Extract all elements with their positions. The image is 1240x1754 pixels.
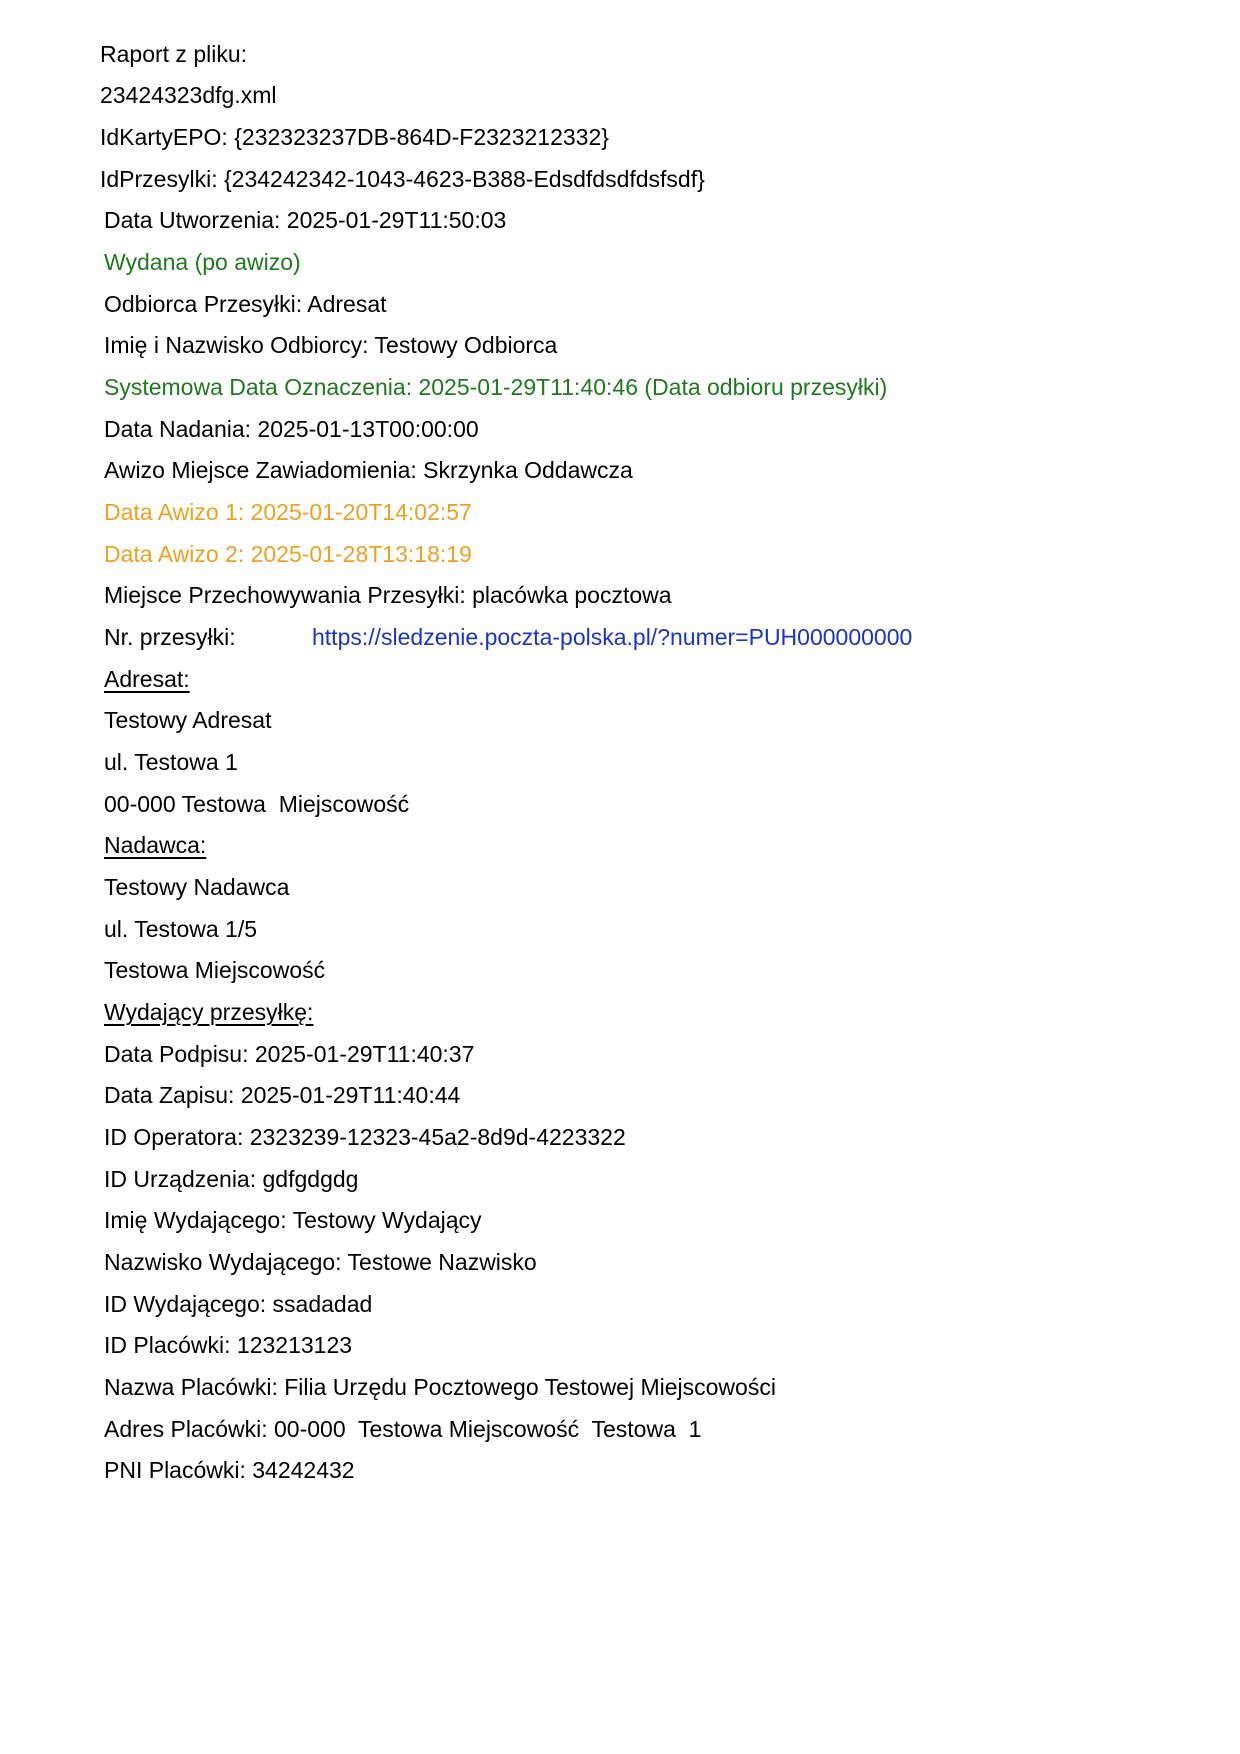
report-filename: 23424323dfg.xml — [100, 82, 277, 108]
adresat-heading: Adresat: — [104, 666, 190, 692]
id-operatora: ID Operatora: 2323239-12323-45a2-8d9d-42… — [104, 1124, 626, 1150]
data-awizo-2: Data Awizo 2: 2025-01-28T13:18:19 — [104, 541, 472, 567]
adres-placowki: Adres Placówki: 00-000 Testowa Miejscowo… — [104, 1416, 702, 1442]
nazwisko-wydajacego: Nazwisko Wydającego: Testowe Nazwisko — [104, 1249, 537, 1275]
data-podpisu: Data Podpisu: 2025-01-29T11:40:37 — [104, 1041, 475, 1067]
nazwa-placowki: Nazwa Placówki: Filia Urzędu Pocztowego … — [104, 1374, 776, 1400]
nadawca-heading: Nadawca: — [104, 832, 207, 858]
adresat-city: 00-000 Testowa Miejscowość — [104, 791, 410, 817]
id-karty-epo: IdKartyEPO: {232323237DB-864D-F232321233… — [100, 124, 609, 150]
id-przesylki: IdPrzesylki: {234242342-1043-4623-B388-E… — [100, 166, 705, 192]
imie-wydajacego: Imię Wydającego: Testowy Wydający — [104, 1207, 482, 1233]
report-title: Raport z pliku: — [100, 41, 248, 67]
nadawca-street: ul. Testowa 1/5 — [104, 916, 258, 942]
data-zapisu: Data Zapisu: 2025-01-29T11:40:44 — [104, 1082, 461, 1108]
report-page: Raport z pliku: 23424323dfg.xml IdKartyE… — [0, 0, 1240, 1754]
nr-przesylki-label: Nr. przesyłki: — [104, 624, 236, 650]
id-wydajacego: ID Wydającego: ssadadad — [104, 1291, 373, 1317]
tracking-link[interactable]: https://sledzenie.poczta-polska.pl/?nume… — [312, 623, 912, 651]
pni-placowki: PNI Placówki: 34242432 — [104, 1457, 355, 1483]
nadawca-name: Testowy Nadawca — [104, 874, 290, 900]
adresat-street: ul. Testowa 1 — [104, 749, 238, 775]
miejsce-przechowywania: Miejsce Przechowywania Przesyłki: placów… — [104, 582, 672, 608]
systemowa-data-oznaczenia: Systemowa Data Oznaczenia: 2025-01-29T11… — [104, 374, 888, 400]
imie-nazwisko-odbiorcy: Imię i Nazwisko Odbiorcy: Testowy Odbior… — [104, 332, 558, 358]
data-awizo-1: Data Awizo 1: 2025-01-20T14:02:57 — [104, 499, 472, 525]
nadawca-city: Testowa Miejscowość — [104, 957, 326, 983]
id-placowki: ID Placówki: 123213123 — [104, 1332, 353, 1358]
odbiorca-przesylki: Odbiorca Przesyłki: Adresat — [104, 291, 387, 317]
status-text: Wydana (po awizo) — [104, 249, 301, 275]
data-nadania: Data Nadania: 2025-01-13T00:00:00 — [104, 416, 479, 442]
awizo-miejsce: Awizo Miejsce Zawiadomienia: Skrzynka Od… — [104, 457, 633, 483]
data-utworzenia: Data Utworzenia: 2025-01-29T11:50:03 — [104, 207, 507, 233]
adresat-name: Testowy Adresat — [104, 707, 272, 733]
id-urzadzenia: ID Urządzenia: gdfgdgdg — [104, 1166, 359, 1192]
wydajacy-heading: Wydający przesyłkę: — [104, 999, 314, 1025]
